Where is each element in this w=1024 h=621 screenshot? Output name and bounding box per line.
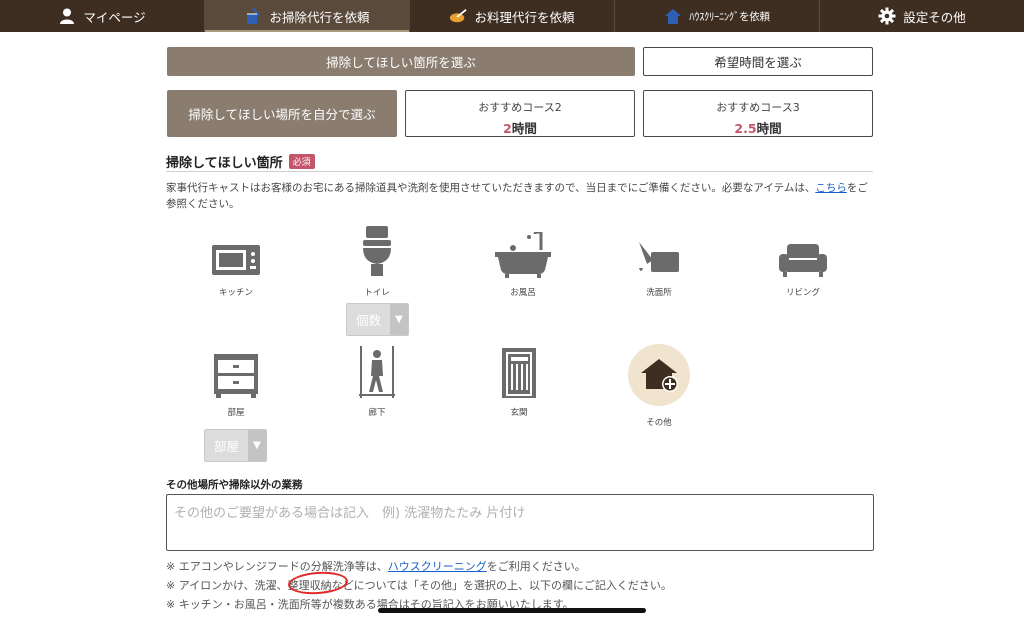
nav-item-cooking[interactable]: お料理代行を依頼 xyxy=(410,0,615,32)
section-title: 掃除してほしい箇所 必須 xyxy=(166,152,315,171)
nav-item-mypage[interactable]: マイページ xyxy=(0,0,205,32)
section-title-text: 掃除してほしい箇所 xyxy=(166,156,283,171)
course-hours-num: 2.5 xyxy=(734,121,757,136)
select-value: 個数 xyxy=(347,304,390,335)
house-plus-icon xyxy=(628,344,690,406)
dresser-icon xyxy=(206,346,266,398)
place-label: トイレ xyxy=(364,288,390,298)
course-hours-num: 2 xyxy=(503,121,512,136)
select-value: 部屋 xyxy=(205,430,248,461)
place-entrance[interactable]: 玄関 xyxy=(464,346,574,418)
course-hours-unit: 時間 xyxy=(511,121,537,136)
other-title: その他場所や掃除以外の業務 xyxy=(166,479,303,491)
required-badge: 必須 xyxy=(288,154,315,169)
place-toilet[interactable]: トイレ xyxy=(322,226,432,298)
place-hallway[interactable]: 廊下 xyxy=(322,346,432,418)
house-cleaning-link[interactable]: ハウスクリーニング xyxy=(388,560,487,573)
place-label: お風呂 xyxy=(510,288,536,298)
house-icon xyxy=(664,7,682,25)
nav-label: 設定その他 xyxy=(903,9,966,25)
microwave-icon xyxy=(206,226,266,278)
divider xyxy=(166,171,873,172)
faucet-icon xyxy=(629,226,689,278)
place-label: 廊下 xyxy=(368,408,386,418)
items-link[interactable]: こちら xyxy=(815,182,847,194)
place-washroom[interactable]: 洗面所 xyxy=(604,226,714,298)
home-indicator[interactable] xyxy=(378,608,646,613)
nav-label: マイページ xyxy=(83,9,146,25)
place-living[interactable]: リビング xyxy=(748,226,858,298)
tab-label: 掃除してほしい場所を自分で選ぶ xyxy=(188,107,376,122)
place-bath[interactable]: お風呂 xyxy=(468,226,578,298)
place-label: リビング xyxy=(785,288,820,298)
place-other[interactable]: その他 xyxy=(604,344,714,428)
other-requests-input[interactable] xyxy=(166,494,874,551)
section-description: 家事代行キャストはお客様のお宅にある掃除道具や洗剤を使用させていただきますので、… xyxy=(166,180,874,212)
place-label: キッチン xyxy=(218,288,253,298)
toilet-icon xyxy=(347,226,407,278)
tab-select-time[interactable]: 希望時間を選ぶ xyxy=(643,47,873,76)
place-label: その他 xyxy=(646,418,672,428)
course-name: おすすめコース3 xyxy=(716,101,800,114)
chevron-down-icon: ▼ xyxy=(390,304,408,335)
nav-item-housecleaning[interactable]: ﾊｳｽｸﾘｰﾆﾝｸﾞを依頼 xyxy=(615,0,820,32)
note-text: ※ エアコンやレンジフードの分解洗浄等は、 xyxy=(166,560,388,573)
course-2-button[interactable]: おすすめコース2 2時間 xyxy=(405,90,635,137)
nav-item-settings[interactable]: 設定その他 xyxy=(820,0,1024,32)
gear-icon xyxy=(878,7,896,25)
door-icon xyxy=(489,346,549,398)
tab-label: 希望時間を選ぶ xyxy=(714,55,802,70)
tab-label: 掃除してほしい箇所を選ぶ xyxy=(326,55,476,70)
cleaning-icon xyxy=(244,7,262,25)
course-3-button[interactable]: おすすめコース3 2.5時間 xyxy=(643,90,873,137)
cooking-pot-icon xyxy=(449,7,468,25)
note-1: ※ エアコンやレンジフードの分解洗浄等は、ハウスクリーニングをご利用ください。 xyxy=(166,558,586,574)
nav-label: ﾊｳｽｸﾘｰﾆﾝｸﾞを依頼 xyxy=(689,10,770,23)
note-2: ※ アイロンかけ、洗濯、整理収納などについては「その他」を選択の上、以下の欄にご… xyxy=(166,579,672,592)
note-text: をご利用ください。 xyxy=(486,560,586,573)
room-count-select[interactable]: 部屋 ▼ xyxy=(204,429,267,462)
hallway-icon xyxy=(347,346,407,398)
place-label: 洗面所 xyxy=(646,288,672,298)
place-room[interactable]: 部屋 xyxy=(181,346,291,418)
toilet-count-select[interactable]: 個数 ▼ xyxy=(346,303,409,336)
place-label: 部屋 xyxy=(227,408,245,418)
person-icon xyxy=(58,7,76,25)
desc-text: 家事代行キャストはお客様のお宅にある掃除道具や洗剤を使用させていただきますので、… xyxy=(166,182,816,194)
place-kitchen[interactable]: キッチン xyxy=(181,226,291,298)
tab-select-self[interactable]: 掃除してほしい場所を自分で選ぶ xyxy=(167,90,397,137)
top-nav: マイページ お掃除代行を依頼 お料理代行を依頼 ﾊｳｽｸﾘｰﾆﾝｸﾞを依頼 設定… xyxy=(0,0,1024,32)
nav-label: お掃除代行を依頼 xyxy=(269,9,370,25)
tab-select-places[interactable]: 掃除してほしい箇所を選ぶ xyxy=(167,47,635,76)
place-label: 玄関 xyxy=(510,408,528,418)
course-hours: 2時間 xyxy=(406,118,634,137)
nav-item-cleaning[interactable]: お掃除代行を依頼 xyxy=(205,0,410,32)
course-hours-unit: 時間 xyxy=(756,121,782,136)
chevron-down-icon: ▼ xyxy=(248,430,266,461)
sofa-icon xyxy=(773,226,833,278)
course-hours: 2.5時間 xyxy=(644,118,872,137)
bathtub-icon xyxy=(493,226,553,278)
course-name: おすすめコース2 xyxy=(478,101,562,114)
nav-label: お料理代行を依頼 xyxy=(474,9,575,25)
